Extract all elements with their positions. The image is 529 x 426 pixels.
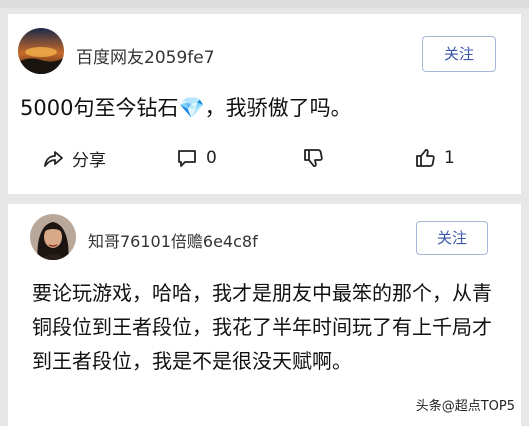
dislike-button[interactable]: [302, 142, 324, 174]
follow-button[interactable]: 关注: [422, 36, 496, 72]
comment-count: 0: [206, 148, 217, 168]
top-divider: [0, 0, 529, 8]
username[interactable]: 知哥76101倍赡6e4c8f: [88, 228, 258, 252]
post-card-1: 百度网友2059fe7 关注 5000句至今钻石💎，我骄傲了吗。 分享 0 1: [8, 14, 521, 194]
comment-button[interactable]: 0: [176, 142, 217, 174]
diamond-emoji: 💎: [178, 96, 205, 120]
avatar[interactable]: [30, 214, 76, 260]
post-text-end: ，我骄傲了吗。: [204, 96, 352, 120]
avatar[interactable]: [18, 28, 64, 74]
share-icon: [42, 147, 64, 169]
share-label: 分享: [72, 150, 106, 171]
comment-icon: [176, 147, 198, 169]
action-bar: 分享 0 1: [8, 142, 521, 174]
like-button[interactable]: 1: [414, 142, 455, 174]
like-count: 1: [444, 148, 455, 168]
share-button[interactable]: 分享: [42, 142, 106, 174]
username[interactable]: 百度网友2059fe7: [76, 43, 215, 68]
post-content: 要论玩游戏，哈哈，我才是朋友中最笨的那个，从青铜段位到王者段位，我花了半年时间玩…: [32, 281, 492, 373]
like-icon: [414, 147, 436, 169]
post-text: 5000句至今钻石: [20, 96, 179, 120]
post-content: 5000句至今钻石💎，我骄傲了吗。: [20, 90, 352, 126]
watermark: 头条@超点TOP5: [411, 393, 519, 416]
follow-button[interactable]: 关注: [416, 221, 488, 255]
dislike-icon: [302, 147, 324, 169]
